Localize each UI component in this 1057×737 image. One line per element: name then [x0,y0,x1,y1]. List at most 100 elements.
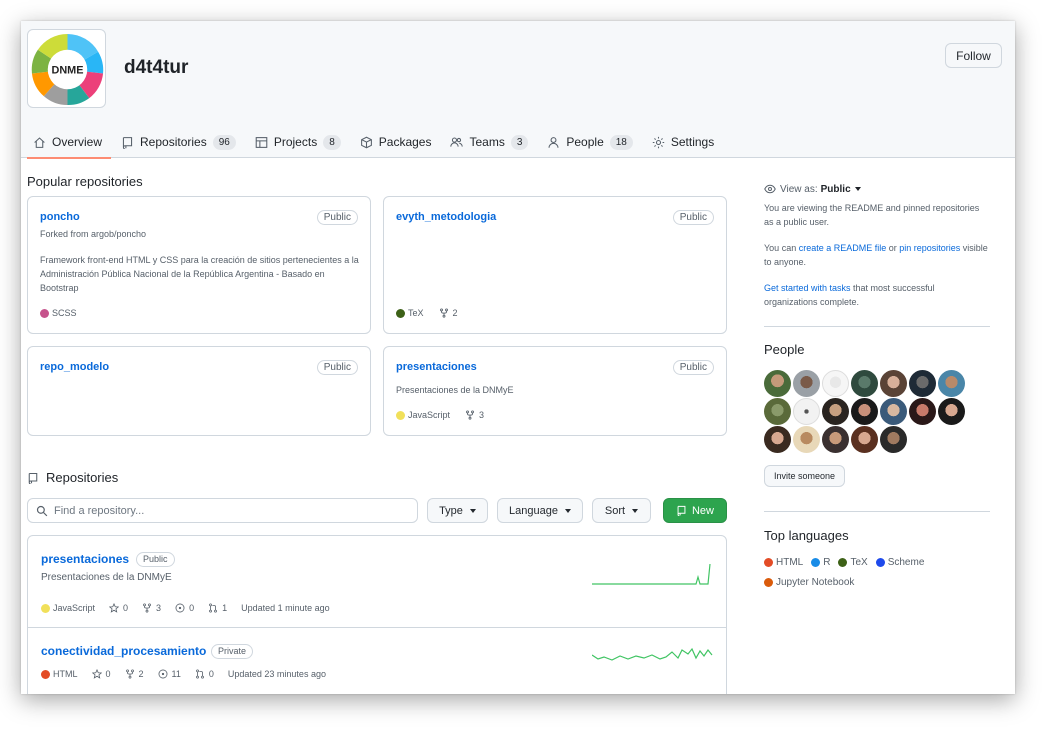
stars-link[interactable]: 0 [91,669,111,679]
tab-overview[interactable]: Overview [27,126,112,159]
org-name: d4t4tur [124,57,189,78]
table-icon [255,136,268,148]
invite-someone-button[interactable]: Invite someone [764,465,846,487]
repo-row: conectividad_procesamiento Private HTML … [28,629,726,694]
tab-projects[interactable]: Projects 8 [249,126,350,158]
forks-link[interactable]: 2 [125,669,144,679]
language-item[interactable]: HTML [764,557,803,568]
forks-link[interactable]: 2 [439,308,458,318]
pulls-link[interactable]: 1 [208,603,227,613]
language-color-dot [811,558,821,567]
avatar[interactable] [822,398,849,425]
fork-count: 3 [479,410,485,420]
sidebar: View as: Public You are viewing the READ… [764,183,990,597]
or-text: or [886,243,900,253]
fork-icon [125,669,134,679]
tab-label: Settings [670,135,715,149]
language-color-dot [40,308,49,318]
issue-icon [175,603,185,613]
repo-icon [677,505,686,516]
avatar[interactable] [909,370,936,397]
language-item[interactable]: Scheme [875,557,924,568]
caret-down-icon [564,508,571,513]
pinned-repo-name[interactable]: presentaciones [396,361,477,373]
updated-text: Updated 1 minute ago [241,603,330,613]
language-item[interactable]: R [811,557,830,568]
avatar[interactable] [938,370,965,397]
language-color-dot [875,558,885,567]
issues-link[interactable]: 0 [175,603,194,613]
new-label: New [691,504,714,517]
repo-description: Presentaciones de la DNMyE [41,572,172,583]
pinned-repo-meta: JavaScript 3 [396,410,484,420]
avatar[interactable] [880,370,907,397]
avatar[interactable] [793,398,820,425]
avatar[interactable] [764,398,791,425]
languages-title: Top languages [764,528,849,543]
pinned-repo-meta: SCSS [40,308,77,318]
follow-button[interactable]: Follow [945,43,1002,68]
star-count: 0 [123,603,129,613]
pinned-repo-card: poncho Public Forked from argob/poncho F… [27,196,371,334]
avatar[interactable] [851,370,878,397]
pinned-repo-name[interactable]: repo_modelo [40,361,109,373]
repo-name-link[interactable]: presentaciones [41,552,129,566]
avatar[interactable] [793,426,820,453]
tab-people[interactable]: People 18 [541,126,642,158]
avatar[interactable] [851,398,878,425]
tab-teams[interactable]: Teams 3 [444,126,537,158]
language-item[interactable]: TeX [838,557,868,568]
avatar[interactable] [764,426,791,453]
search-input[interactable] [54,504,394,517]
avatar[interactable] [880,426,907,453]
get-started-hint: Get started with tasks that most success… [764,281,990,309]
view-as-toggle[interactable]: View as: Public [764,183,990,195]
avatar[interactable] [851,426,878,453]
language-item[interactable]: Jupyter Notebook [764,577,854,588]
language-filter-button[interactable]: Language [497,498,583,523]
tab-repositories[interactable]: Repositories 96 [115,126,245,158]
sort-button[interactable]: Sort [592,498,651,523]
forks-link[interactable]: 3 [465,410,484,420]
pinned-repo-name[interactable]: poncho [40,211,80,223]
tab-settings[interactable]: Settings [646,126,723,158]
star-icon [91,669,102,679]
forks-link[interactable]: 3 [142,603,161,613]
avatar[interactable] [764,370,791,397]
avatar[interactable] [938,398,965,425]
view-as-value: Public [820,183,851,195]
avatar[interactable] [822,426,849,453]
stars-link[interactable]: 0 [109,603,128,613]
browser-page: DNME d4t4tur Follow Overview Repositorie… [21,21,1015,694]
tab-label: People [566,135,604,149]
get-started-link[interactable]: Get started with tasks [764,283,851,293]
pinned-repo-card: evyth_metodologia Public TeX 2 [383,196,727,334]
repo-name-link[interactable]: conectividad_procesamiento [41,644,206,658]
pin-repos-link[interactable]: pin repositories [899,243,960,253]
avatar[interactable] [822,370,849,397]
new-repo-button[interactable]: New [663,498,727,523]
caret-down-icon [854,187,861,191]
visibility-badge: Public [672,360,714,375]
tab-label: Repositories [140,135,207,149]
fork-count: 2 [452,308,458,318]
eye-icon [764,184,776,194]
avatar[interactable] [909,398,936,425]
tab-count: 3 [510,134,529,150]
type-filter-button[interactable]: Type [427,498,488,523]
issues-link[interactable]: 11 [158,669,181,679]
avatar[interactable] [793,370,820,397]
people-title: People [764,342,805,357]
language-name: TeX [408,308,424,318]
pinned-repo-name[interactable]: evyth_metodologia [396,211,496,223]
tab-label: Overview [52,135,103,149]
create-readme-link[interactable]: create a README file [799,243,887,253]
view-description: You are viewing the README and pinned re… [764,203,980,227]
logo-text: DNME [52,64,84,76]
visibility-badge: Public [672,210,714,225]
pulls-link[interactable]: 0 [195,669,214,679]
tab-packages[interactable]: Packages [354,126,441,158]
person-icon [548,136,559,148]
org-logo: DNME [27,29,106,108]
avatar[interactable] [880,398,907,425]
